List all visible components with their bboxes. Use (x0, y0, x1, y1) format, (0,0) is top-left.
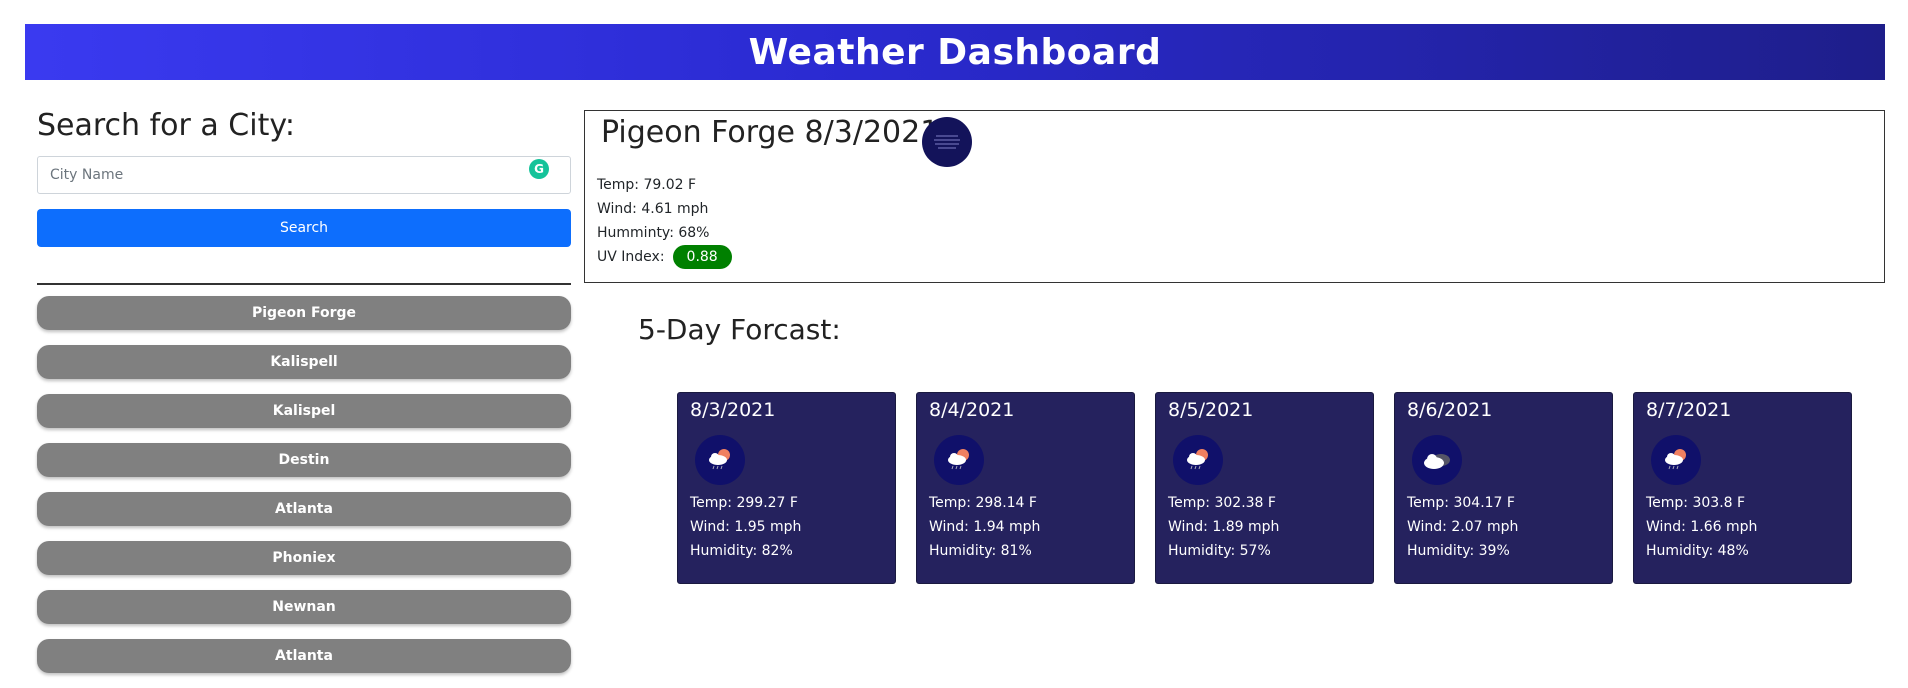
app-header: Weather Dashboard (25, 24, 1885, 80)
forecast-humidity: Humidity: 39% (1407, 543, 1510, 559)
forecast-humidity: Humidity: 82% (690, 543, 793, 559)
forecast-temp: Temp: 303.8 F (1646, 495, 1746, 511)
current-weather-card: Pigeon Forge 8/3/2021 Temp: 79.02 F Wind… (584, 110, 1885, 283)
current-wind: Wind: 4.61 mph (597, 201, 709, 217)
forecast-title: 5-Day Forcast: (638, 313, 841, 346)
forecast-date: 8/5/2021 (1168, 399, 1254, 421)
forecast-stats: Temp: 302.38 F Wind: 1.89 mph Humidity: … (1168, 491, 1279, 563)
forecast-card: 8/3/2021 Temp: 299.27 F Wind: 1.95 mph H… (677, 392, 896, 584)
search-title: Search for a City: (37, 108, 296, 143)
history-button-phoniex[interactable]: Phoniex (37, 541, 571, 575)
city-input-wrapper: G (37, 156, 571, 194)
forecast-card: 8/7/2021 Temp: 303.8 F Wind: 1.66 mph Hu… (1633, 392, 1852, 584)
cloudy-icon (1412, 435, 1462, 485)
forecast-date: 8/7/2021 (1646, 399, 1732, 421)
city-search-input[interactable] (37, 156, 571, 194)
history-button-atlanta[interactable]: Atlanta (37, 492, 571, 526)
forecast-date: 8/3/2021 (690, 399, 776, 421)
rain-sun-icon (1651, 435, 1701, 485)
grammarly-icon[interactable]: G (529, 159, 549, 179)
forecast-card: 8/6/2021 Temp: 304.17 F Wind: 2.07 mph H… (1394, 392, 1613, 584)
search-history-list: Pigeon Forge Kalispell Kalispel Destin A… (37, 296, 571, 688)
history-button-pigeon-forge[interactable]: Pigeon Forge (37, 296, 571, 330)
current-city-title: Pigeon Forge 8/3/2021 (601, 115, 940, 150)
forecast-date: 8/4/2021 (929, 399, 1015, 421)
current-humidity: Humminty: 68% (597, 225, 710, 241)
forecast-humidity: Humidity: 48% (1646, 543, 1749, 559)
history-button-newnan[interactable]: Newnan (37, 590, 571, 624)
forecast-wind: Wind: 1.89 mph (1168, 519, 1280, 535)
search-button[interactable]: Search (37, 209, 571, 247)
divider (37, 283, 571, 285)
current-uv-row: UV Index: 0.88 (597, 245, 732, 269)
rain-sun-icon (934, 435, 984, 485)
app-title: Weather Dashboard (748, 31, 1162, 73)
forecast-row: 8/3/2021 Temp: 299.27 F Wind: 1.95 mph H… (677, 392, 1852, 584)
forecast-stats: Temp: 298.14 F Wind: 1.94 mph Humidity: … (929, 491, 1040, 563)
uv-index-label: UV Index: (597, 249, 665, 265)
current-temp: Temp: 79.02 F (597, 177, 697, 193)
forecast-humidity: Humidity: 57% (1168, 543, 1271, 559)
forecast-wind: Wind: 1.66 mph (1646, 519, 1758, 535)
history-button-destin[interactable]: Destin (37, 443, 571, 477)
forecast-wind: Wind: 2.07 mph (1407, 519, 1519, 535)
history-button-kalispell[interactable]: Kalispell (37, 345, 571, 379)
mist-icon (922, 117, 972, 167)
forecast-wind: Wind: 1.94 mph (929, 519, 1041, 535)
forecast-temp: Temp: 304.17 F (1407, 495, 1515, 511)
forecast-date: 8/6/2021 (1407, 399, 1493, 421)
forecast-temp: Temp: 298.14 F (929, 495, 1037, 511)
forecast-stats: Temp: 303.8 F Wind: 1.66 mph Humidity: 4… (1646, 491, 1757, 563)
forecast-humidity: Humidity: 81% (929, 543, 1032, 559)
current-stats: Temp: 79.02 F Wind: 4.61 mph Humminty: 6… (597, 173, 732, 269)
forecast-stats: Temp: 304.17 F Wind: 2.07 mph Humidity: … (1407, 491, 1518, 563)
forecast-temp: Temp: 302.38 F (1168, 495, 1276, 511)
history-button-atlanta-2[interactable]: Atlanta (37, 639, 571, 673)
forecast-card: 8/4/2021 Temp: 298.14 F Wind: 1.94 mph H… (916, 392, 1135, 584)
rain-sun-icon (1173, 435, 1223, 485)
history-button-kalispel[interactable]: Kalispel (37, 394, 571, 428)
forecast-stats: Temp: 299.27 F Wind: 1.95 mph Humidity: … (690, 491, 801, 563)
forecast-card: 8/5/2021 Temp: 302.38 F Wind: 1.89 mph H… (1155, 392, 1374, 584)
uv-index-badge: 0.88 (672, 245, 732, 269)
forecast-temp: Temp: 299.27 F (690, 495, 798, 511)
forecast-wind: Wind: 1.95 mph (690, 519, 802, 535)
rain-sun-icon (695, 435, 745, 485)
